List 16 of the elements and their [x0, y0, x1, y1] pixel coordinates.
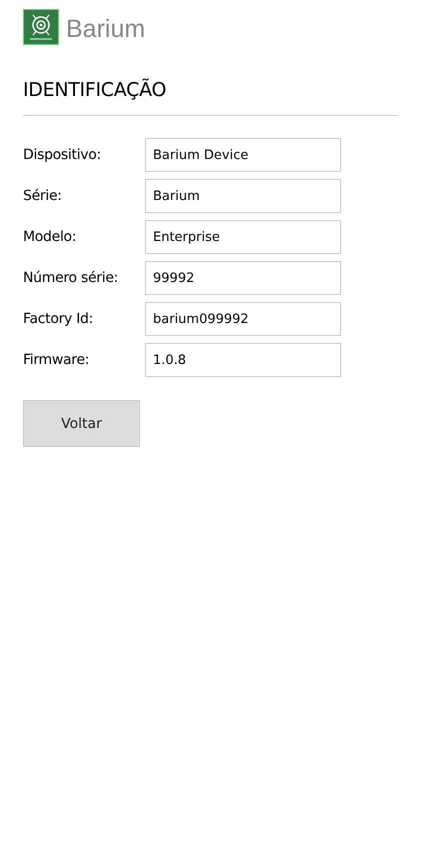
field-label: Dispositivo: [23, 147, 102, 163]
input-field[interactable]: Barium Device [145, 138, 341, 172]
brand-name: Barium [66, 14, 146, 44]
input-field[interactable]: Barium [145, 179, 341, 213]
input-field[interactable]: barium099992 [145, 302, 341, 336]
field-label: Número série: [23, 270, 120, 286]
field-label: Firmware: [23, 352, 90, 368]
section-title: IDENTIFICAÇÃO [23, 78, 168, 103]
field-label: Modelo: [23, 229, 78, 245]
back-button[interactable]: Voltar [23, 400, 140, 447]
input-field[interactable]: Enterprise [145, 220, 341, 254]
input-field[interactable]: 1.0.8 [145, 343, 341, 377]
input-field[interactable]: 99992 [145, 261, 341, 295]
logo-icon [23, 9, 59, 45]
field-label: Factory Id: [23, 311, 94, 327]
field-label: Série: [23, 188, 63, 204]
